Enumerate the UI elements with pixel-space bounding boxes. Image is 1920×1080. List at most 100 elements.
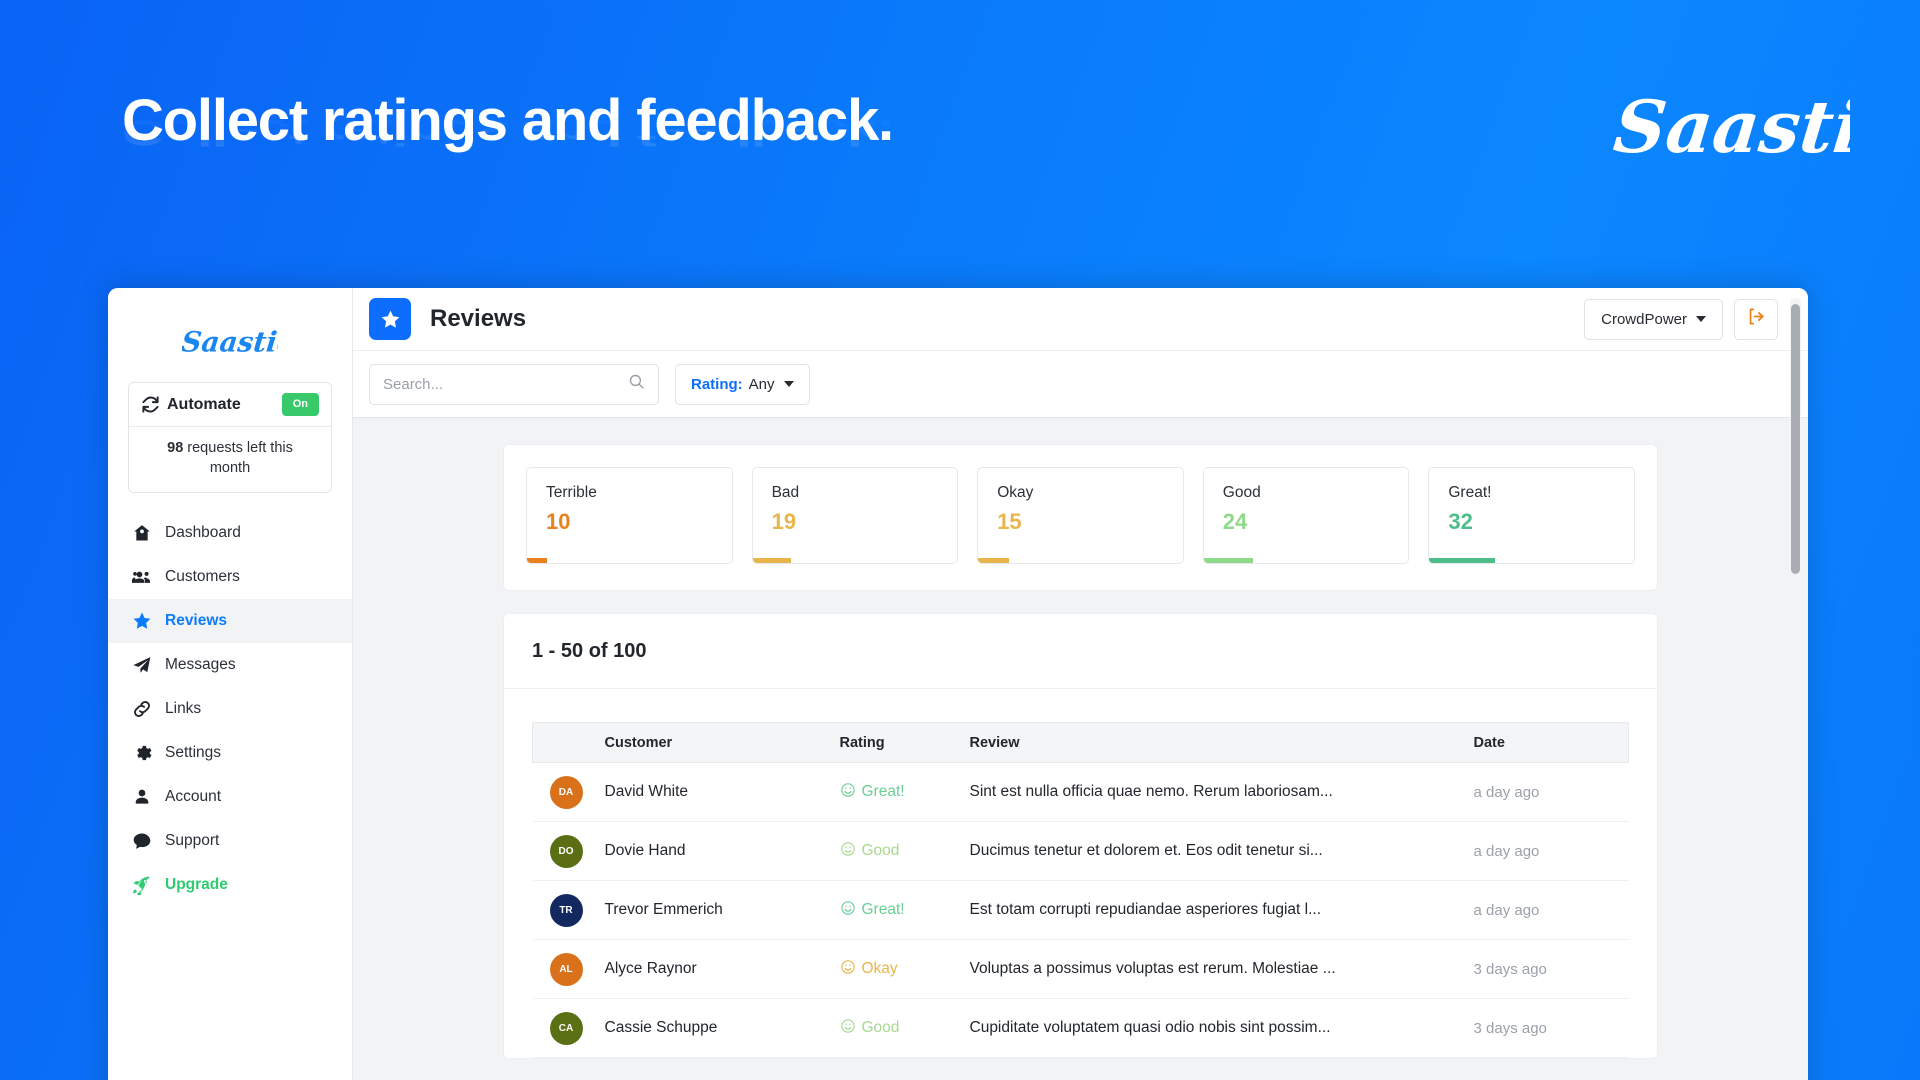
stat-label: Good: [1222, 484, 1261, 501]
requests-count: 98: [167, 440, 184, 456]
table-row[interactable]: AL Alyce Raynor Okay Voluptas a possimus vo…: [532, 939, 1629, 999]
stat-card-good[interactable]: Good 24: [1202, 467, 1410, 564]
smiley-icon: [840, 841, 862, 862]
search-icon[interactable]: [628, 373, 645, 395]
hero-banner: Collect ratings and feedback. Collect ra…: [0, 0, 1920, 288]
sidebar-item-settings[interactable]: Settings: [108, 731, 352, 775]
stat-card-okay[interactable]: Okay 15: [977, 467, 1184, 564]
reviews-table-card: 1 - 50 of 100 Customer Rating Review Dat…: [503, 613, 1658, 1059]
sidebar-logo[interactable]: Saastic: [108, 312, 352, 370]
smiley-icon: [840, 900, 862, 921]
content-scroll-area[interactable]: Terrible 10 Bad 19 Okay 15 Good 24 Great…: [353, 418, 1808, 1080]
sidebar: Saastic Automate On 98 requests left thi…: [108, 288, 353, 1080]
chevron-down-icon: [1696, 316, 1706, 322]
stat-progress-bar: [1203, 558, 1253, 563]
customer-name-cell: Trevor Emmerich: [604, 880, 840, 940]
sidebar-item-label: Account: [165, 788, 222, 806]
table-row[interactable]: DO Dovie Hand Good Ducimus tenetur et dolor…: [532, 821, 1629, 881]
stat-card-bad[interactable]: Bad 19: [751, 467, 959, 564]
sidebar-item-upgrade[interactable]: Upgrade: [108, 863, 352, 907]
avatar-cell: DA: [532, 762, 605, 822]
signout-button[interactable]: [1734, 298, 1778, 340]
automate-row[interactable]: Automate On: [129, 383, 331, 427]
sidebar-item-support[interactable]: Support: [108, 819, 352, 863]
rating-filter-label: Rating:: [691, 375, 743, 393]
table-header-row: Customer Rating Review Date: [532, 722, 1629, 763]
stat-label: Great!: [1448, 484, 1492, 501]
app-window: Saastic Automate On 98 requests left thi…: [108, 288, 1808, 1080]
saastic-logo: Saastic: [1610, 74, 1909, 184]
chat-bubble-icon: [132, 831, 152, 851]
stat-label: Terrible: [546, 484, 597, 501]
stat-card-terrible[interactable]: Terrible 10: [526, 467, 733, 564]
table-row[interactable]: DA David White Great! Sint est nulla offici…: [532, 762, 1629, 822]
stat-progress-bar: [1429, 558, 1495, 563]
stat-value: 24: [1222, 509, 1248, 534]
sidebar-nav: Dashboard Customers Reviews Messages Lin…: [108, 511, 352, 907]
automate-toggle-badge[interactable]: On: [281, 393, 319, 416]
rating-filter-dropdown[interactable]: Rating: Any: [675, 363, 810, 405]
column-header-customer[interactable]: Customer: [604, 722, 840, 763]
scrollbar-thumb[interactable]: [1791, 304, 1800, 574]
stat-progress-bar: [752, 558, 792, 563]
workspace-label: CrowdPower: [1601, 310, 1687, 328]
column-header-review[interactable]: Review: [969, 722, 1474, 763]
pagination-range-label: 1 - 50 of 100: [504, 614, 1657, 689]
gear-icon: [132, 743, 152, 763]
svg-text:Saastic: Saastic: [182, 326, 278, 359]
sidebar-item-links[interactable]: Links: [108, 687, 352, 731]
main-area: Reviews CrowdPower Search... Rating: Any…: [353, 288, 1808, 1080]
automate-card: Automate On 98 requests left this month: [128, 382, 332, 494]
column-header-date[interactable]: Date: [1473, 722, 1629, 763]
stat-label: Bad: [771, 484, 800, 501]
sidebar-item-reviews[interactable]: Reviews: [108, 599, 352, 644]
search-box[interactable]: [369, 363, 659, 405]
stat-value: 32: [1448, 509, 1473, 534]
sidebar-item-customers[interactable]: Customers: [108, 555, 352, 599]
stat-value: 10: [546, 509, 571, 534]
table-row[interactable]: TR Trevor Emmerich Great! Est totam corrupt…: [532, 880, 1629, 940]
customer-name-cell: David White: [604, 762, 840, 822]
rating-label: Good: [861, 842, 900, 859]
sidebar-item-dashboard[interactable]: Dashboard: [108, 511, 352, 555]
requests-left-text: 98 requests left this month: [129, 427, 331, 492]
sidebar-item-account[interactable]: Account: [108, 775, 352, 819]
stat-card-great[interactable]: Great! 32: [1428, 467, 1635, 564]
customer-name-cell: Dovie Hand: [604, 821, 840, 881]
rating-label: Good: [861, 1019, 900, 1036]
link-icon: [132, 699, 152, 719]
sidebar-item-label: Reviews: [165, 612, 228, 630]
avatar-cell: CA: [532, 998, 605, 1058]
smiley-icon: [840, 959, 862, 980]
rating-label: Okay: [861, 960, 898, 977]
stat-value: 15: [997, 509, 1022, 534]
avatar: DO: [549, 834, 583, 868]
avatar-cell: AL: [532, 939, 605, 999]
rating-filter-value: Any: [748, 375, 775, 393]
sidebar-item-label: Support: [165, 832, 220, 850]
sync-icon: [141, 395, 160, 414]
review-date-cell: a day ago: [1473, 762, 1629, 822]
sidebar-item-label: Dashboard: [165, 524, 241, 542]
reviews-table: Customer Rating Review Date DA David Whit…: [532, 722, 1629, 1058]
search-input[interactable]: [383, 375, 628, 393]
user-icon: [132, 787, 152, 807]
workspace-dropdown[interactable]: CrowdPower: [1584, 298, 1723, 340]
table-row[interactable]: CA Cassie Schuppe Good Cupiditate voluptate…: [532, 998, 1629, 1058]
automate-label: Automate: [167, 395, 241, 413]
rating-cell: Good: [839, 998, 970, 1058]
sidebar-item-label: Settings: [165, 744, 222, 762]
stat-label: Okay: [997, 484, 1034, 501]
review-text-cell: Ducimus tenetur et dolorem et. Eos odit …: [969, 821, 1474, 881]
sidebar-item-label: Upgrade: [165, 876, 228, 894]
rating-summary-card: Terrible 10 Bad 19 Okay 15 Good 24 Great…: [503, 444, 1658, 591]
table-header: Customer Rating Review Date: [532, 722, 1629, 763]
avatar: DA: [549, 775, 583, 809]
rating-cell: Great!: [839, 880, 970, 940]
review-date-cell: a day ago: [1473, 880, 1629, 940]
column-header-rating[interactable]: Rating: [839, 722, 970, 763]
avatar: AL: [549, 952, 583, 986]
sidebar-item-messages[interactable]: Messages: [108, 643, 352, 687]
svg-text:Saastic: Saastic: [1610, 85, 1850, 170]
top-bar: Reviews CrowdPower: [353, 288, 1808, 350]
